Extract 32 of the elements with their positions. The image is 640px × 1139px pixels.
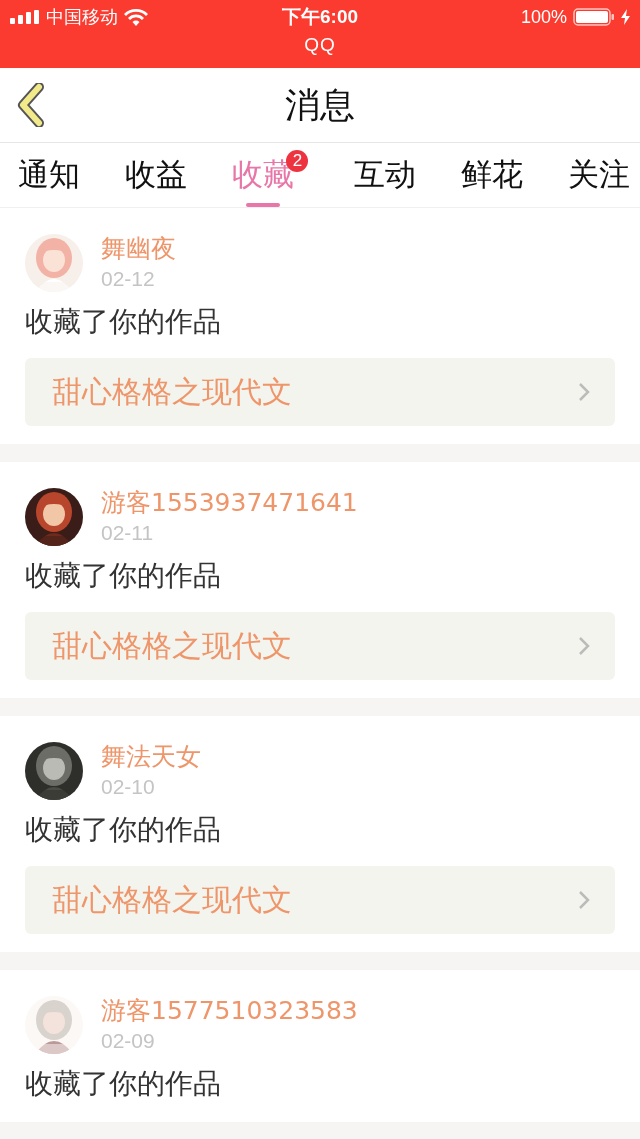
charging-icon	[621, 9, 630, 25]
carrier-name: 中国移动	[46, 6, 118, 29]
app-label: QQ	[303, 34, 337, 56]
user-name[interactable]: 舞幽夜	[101, 234, 176, 264]
tab[interactable]: 收益	[125, 143, 188, 207]
work-link[interactable]: 甜心格格之现代文	[25, 358, 615, 426]
user-name[interactable]: 游客1553937471641	[101, 488, 358, 518]
page-title: 消息	[285, 83, 355, 127]
message-text: 收藏了你的作品	[25, 558, 222, 594]
message-date: 02-12	[101, 266, 156, 292]
battery-percent: 100%	[520, 6, 567, 28]
chevron-right-icon	[578, 890, 590, 910]
signal-icon	[10, 10, 40, 24]
user-name[interactable]: 游客1577510323583	[101, 996, 358, 1026]
message-text: 收藏了你的作品	[25, 304, 222, 340]
message-date: 02-11	[101, 520, 155, 546]
chevron-right-icon	[578, 382, 590, 402]
message-text: 收藏了你的作品	[25, 1066, 222, 1102]
work-link[interactable]: 甜心格格之现代文	[25, 866, 615, 934]
tab[interactable]: 通知	[18, 143, 80, 207]
battery-icon	[573, 8, 615, 26]
tab[interactable]: 关注	[567, 143, 630, 207]
message-date: 02-10	[101, 774, 156, 800]
wifi-icon	[124, 8, 148, 26]
status-time: 下午6:00	[282, 5, 358, 29]
tab[interactable]: 互动	[353, 143, 416, 207]
work-link[interactable]: 甜心格格之现代文	[25, 612, 615, 680]
tab[interactable]: 鲜花	[460, 143, 523, 207]
user-name[interactable]: 舞法天女	[101, 742, 201, 772]
message-text: 收藏了你的作品	[25, 812, 222, 848]
message-date: 02-09	[101, 1028, 156, 1054]
chevron-right-icon	[578, 636, 590, 656]
